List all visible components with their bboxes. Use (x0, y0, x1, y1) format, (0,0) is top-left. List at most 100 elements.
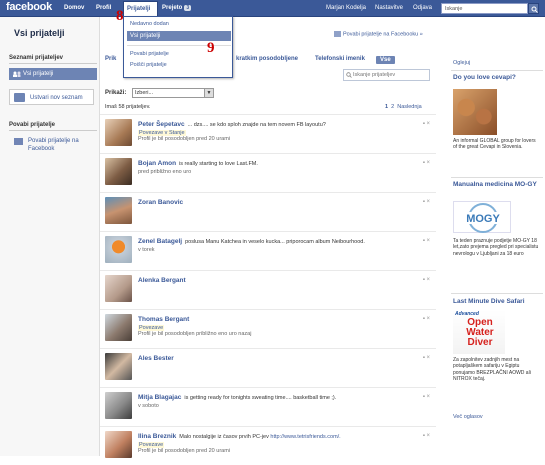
remove-friend-icon[interactable]: ▪ × (423, 121, 430, 127)
friend-row: Zoran Banovic ▪ × (100, 192, 436, 231)
remove-friend-icon[interactable]: ▪ × (423, 433, 430, 439)
avatar[interactable] (105, 197, 132, 224)
friend-status: poslusa Manu Katchea in veselo kucka... … (185, 239, 365, 245)
friend-name[interactable]: Ilina Breznik (138, 433, 176, 440)
remove-friend-icon[interactable]: ▪ × (423, 160, 430, 166)
friend-status: ... dzs.... se kdo sploh znajde na tem n… (187, 122, 326, 128)
remove-friend-icon[interactable]: ▪ × (423, 394, 430, 400)
nav-settings[interactable]: Nastavitve (375, 5, 403, 11)
invite-friends-top-link[interactable]: Povabi prijatelje na Facebooku » (334, 31, 423, 37)
avatar[interactable] (105, 392, 132, 419)
people-icon (13, 71, 21, 77)
page-2[interactable]: 2 (391, 104, 394, 110)
invite-friends-link[interactable]: Povabi prijatelje na Facebook (14, 137, 84, 153)
nav-home[interactable]: Domov (64, 5, 84, 11)
callout-number-9: 9 (207, 40, 215, 56)
ad-text: Za zapolnitev zadnjih mest na potapljašk… (453, 357, 531, 382)
page-1[interactable]: 1 (385, 104, 388, 110)
more-ads-link[interactable]: Več oglasov (453, 414, 483, 420)
menu-item-recently-added[interactable]: Nedavno dodan (130, 21, 169, 27)
friend-name[interactable]: Thomas Bergant (138, 316, 189, 323)
friend-updated: Profil je bil posodobljen približno eno … (138, 331, 252, 337)
friend-status: is getting ready for tonights sweating t… (184, 395, 337, 401)
callout-number-8: 8 (116, 8, 124, 24)
mogy-logo: MOGY (456, 203, 510, 233)
sidebar-item-label: Vsi prijatelji (23, 71, 54, 77)
ad-title[interactable]: Last Minute Dive Safari (453, 298, 541, 306)
friend-name[interactable]: Mitja Blagajac (138, 394, 181, 401)
facebook-logo[interactable]: facebook (6, 1, 52, 13)
tab-recently-updated[interactable]: kratkim posodobljene (236, 56, 298, 62)
friend-updated: Profil je bil posodobljen pred 20 urami (138, 136, 231, 142)
divider (451, 70, 543, 71)
avatar[interactable] (105, 236, 132, 263)
friend-name[interactable]: Alenka Bergant (138, 277, 186, 284)
menu-item-all-friends[interactable]: Vsi prijatelji (127, 31, 231, 41)
list-add-icon (14, 93, 25, 102)
divider (451, 293, 543, 294)
friend-row: Ilina Breznik Malo nostalgije iz časov pr… (100, 426, 436, 465)
search-button[interactable] (528, 3, 539, 14)
menu-item-invite-friends[interactable]: Povabi prijatelje (130, 51, 169, 57)
friend-search-placeholder: Iskanje prijateljev (353, 72, 396, 78)
friend-name[interactable]: Zoran Banovic (138, 199, 183, 206)
friend-name[interactable]: Peter Šepetavc (138, 121, 185, 128)
avatar[interactable] (105, 158, 132, 185)
menu-item-find-friends[interactable]: Poišči prijatelje (130, 62, 167, 68)
remove-friend-icon[interactable]: ▪ × (423, 238, 430, 244)
sidebar-item-all-friends[interactable]: Vsi prijatelji (9, 68, 97, 80)
avatar[interactable] (105, 314, 132, 341)
avatar[interactable] (105, 275, 132, 302)
nav-inbox[interactable]: Prejeto 3 (162, 5, 192, 11)
nav-logout[interactable]: Odjava (413, 5, 432, 11)
tab-all[interactable]: Vse (376, 56, 395, 64)
envelope-icon (14, 138, 23, 145)
remove-friend-icon[interactable]: ▪ × (423, 199, 430, 205)
invite-friends-label: Povabi prijatelje na Facebook (28, 138, 79, 152)
ad-image-open-water-diver[interactable]: Advanced Open Water Diver (453, 310, 505, 354)
invite-friends-header: Povabi prijatelje (9, 122, 97, 131)
remove-friend-icon[interactable]: ▪ × (423, 355, 430, 361)
nav-inbox-label: Prejeto (162, 5, 183, 11)
show-filter-select[interactable]: Izberi... ▼ (132, 88, 214, 98)
divider (451, 177, 543, 178)
friend-status: is really starting to love Last.FM. (179, 161, 258, 167)
friend-search-input[interactable]: Iskanje prijateljev (343, 69, 430, 81)
friend-updated: v torek (138, 247, 155, 253)
page-title: Vsi prijatelji (14, 28, 65, 38)
nav-user-name[interactable]: Marjan Kodelja (326, 5, 366, 11)
tab-phonebook[interactable]: Telefonski imenik (315, 56, 365, 62)
friend-row: Mitja Blagajac is getting ready for tonig… (100, 387, 436, 426)
ad-image-mogy[interactable]: MOGY (453, 201, 511, 233)
friend-updated: v soboto (138, 403, 159, 409)
friend-row: Thomas Bergant Povezave Profil je bil pos… (100, 309, 436, 348)
nav-friends[interactable]: Prijatelji (123, 1, 158, 17)
tab-show[interactable]: Prik (105, 56, 116, 62)
remove-friend-icon[interactable]: ▪ × (423, 316, 430, 322)
ad-image-cevapi[interactable] (453, 89, 497, 135)
friend-name[interactable]: Zenel Batagelj (138, 238, 182, 245)
friend-name[interactable]: Ales Bester (138, 355, 174, 362)
create-list-label: Ustvari nov seznam (30, 95, 83, 101)
remove-friend-icon[interactable]: ▪ × (423, 277, 430, 283)
show-filter-label: Prikaži: (105, 90, 127, 96)
nav-profile[interactable]: Profil (96, 5, 111, 11)
avatar[interactable] (105, 353, 132, 380)
search-input[interactable]: Iskanje (441, 3, 528, 14)
create-list-button[interactable]: Ustvari nov seznam (9, 89, 94, 105)
next-page-link[interactable]: Naslednja (397, 104, 421, 110)
ads-label[interactable]: Oglejuj (453, 60, 470, 66)
top-bar: facebook Domov Profil Prijatelji Prejeto… (0, 0, 545, 17)
show-filter-value: Izberi... (135, 90, 154, 96)
ads-column: Oglejuj Do you love cevapi? An informal … (445, 52, 545, 456)
search-icon (531, 6, 538, 13)
ad-title[interactable]: Manualna medicina MO-GY (453, 181, 541, 189)
avatar[interactable] (105, 119, 132, 146)
mogy-logo-text: MOGY (466, 213, 500, 225)
ad-title[interactable]: Do you love cevapi? (453, 74, 541, 82)
friend-name[interactable]: Bojan Amon (138, 160, 176, 167)
friend-updated: Profil je bil posodobljen pred 20 urami (138, 448, 231, 454)
avatar[interactable] (105, 431, 132, 458)
status-link[interactable]: http://www.tetrisfriends.com/. (270, 434, 340, 440)
friend-row: Ales Bester ▪ × (100, 348, 436, 387)
